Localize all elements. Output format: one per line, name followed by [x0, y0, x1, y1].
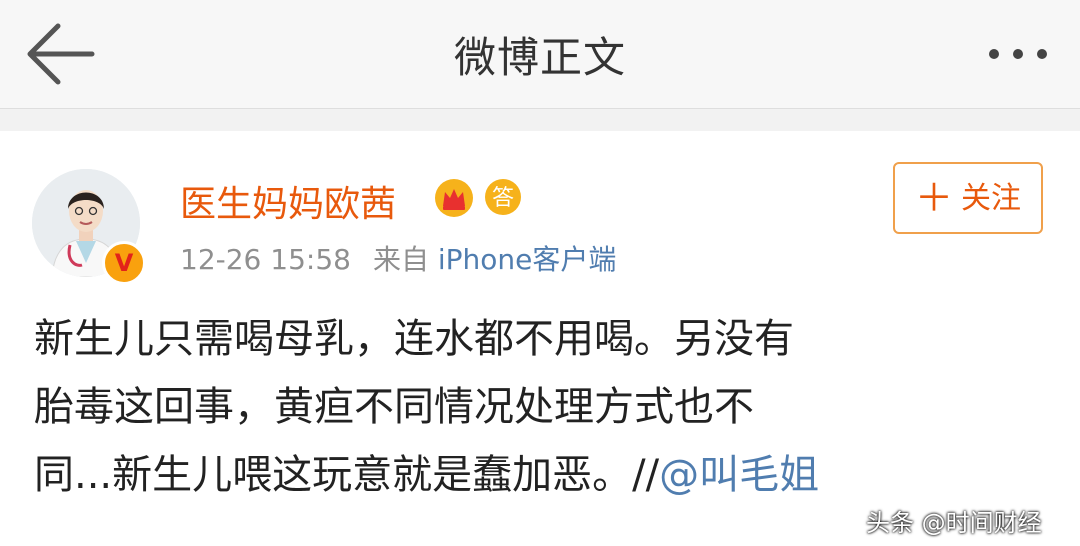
post-text-line: 同...新生儿喂这玩意就是蠢加恶。//: [34, 452, 660, 498]
navigation-bar: 微博正文: [0, 0, 1080, 109]
source-prefix: 来自: [372, 243, 429, 276]
follow-label: 关注: [961, 181, 1021, 216]
post-text-line: 新生儿只需喝母乳，连水都不用喝。另没有: [34, 316, 794, 362]
post-body: 新生儿只需喝母乳，连水都不用喝。另没有 胎毒这回事，黄疸不同情况处理方式也不 同…: [34, 305, 1054, 509]
post-meta: 12-26 15:58 来自 iPhone客户端: [180, 238, 616, 278]
post-timestamp: 12-26 15:58: [180, 243, 351, 276]
post-text-line: 胎毒这回事，黄疸不同情况处理方式也不: [34, 384, 754, 430]
more-options-icon[interactable]: [982, 36, 1054, 72]
mention-link[interactable]: @叫毛姐: [659, 452, 819, 498]
author-avatar-container[interactable]: V: [32, 169, 146, 285]
author-name[interactable]: 医生妈妈欧茜: [180, 175, 396, 227]
weibo-post: V 医生妈妈欧茜 答 12-26 15:58 来自 iPhone客户端 ＋ 关注 …: [0, 131, 1080, 546]
crown-member-icon: [435, 179, 473, 217]
source-device[interactable]: iPhone客户端: [438, 243, 617, 276]
watermark: 头条 @时间财经: [866, 509, 1042, 537]
answer-badge-icon: 答: [485, 179, 521, 215]
verified-badge-icon: V: [102, 241, 146, 285]
section-divider: [0, 109, 1080, 131]
page-title: 微博正文: [453, 33, 626, 82]
follow-button[interactable]: ＋ 关注: [893, 162, 1043, 234]
plus-icon: ＋: [915, 176, 954, 220]
svg-text:答: 答: [492, 186, 514, 211]
